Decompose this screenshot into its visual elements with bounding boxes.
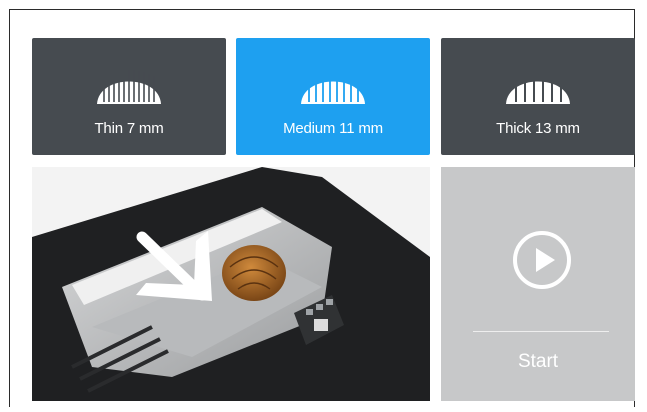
start-label: Start bbox=[517, 351, 559, 372]
bread-slices-icon bbox=[97, 70, 161, 104]
bread-slices-icon bbox=[506, 70, 570, 104]
slice-option-thick[interactable]: Thick 13 mm bbox=[441, 38, 635, 155]
slicer-photo bbox=[32, 167, 430, 401]
slice-option-medium[interactable]: Medium 11 mm bbox=[236, 38, 430, 155]
bread-slices-icon bbox=[301, 70, 365, 104]
start-divider bbox=[473, 331, 609, 332]
start-button[interactable]: Start bbox=[441, 167, 635, 401]
slice-option-thin[interactable]: Thin 7 mm bbox=[32, 38, 226, 155]
slice-option-label: Thin 7 mm bbox=[94, 120, 164, 137]
play-circle-icon bbox=[513, 231, 571, 289]
slice-option-label: Medium 11 mm bbox=[283, 120, 383, 137]
slice-option-label: Thick 13 mm bbox=[496, 120, 580, 137]
